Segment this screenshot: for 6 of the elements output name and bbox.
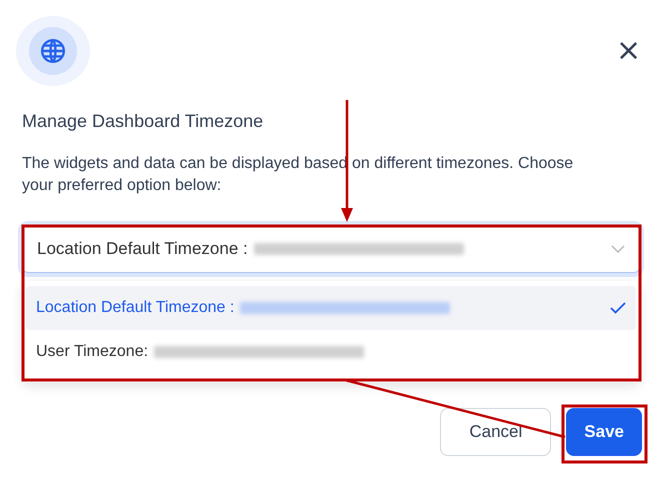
save-button[interactable]: Save <box>566 408 642 456</box>
dropdown-option[interactable]: User Timezone: <box>26 330 636 374</box>
dialog-title: Manage Dashboard Timezone <box>22 111 264 132</box>
dropdown-option[interactable]: Location Default Timezone : <box>26 286 636 330</box>
cancel-button[interactable]: Cancel <box>440 408 552 456</box>
close-button[interactable]: × <box>616 37 640 65</box>
